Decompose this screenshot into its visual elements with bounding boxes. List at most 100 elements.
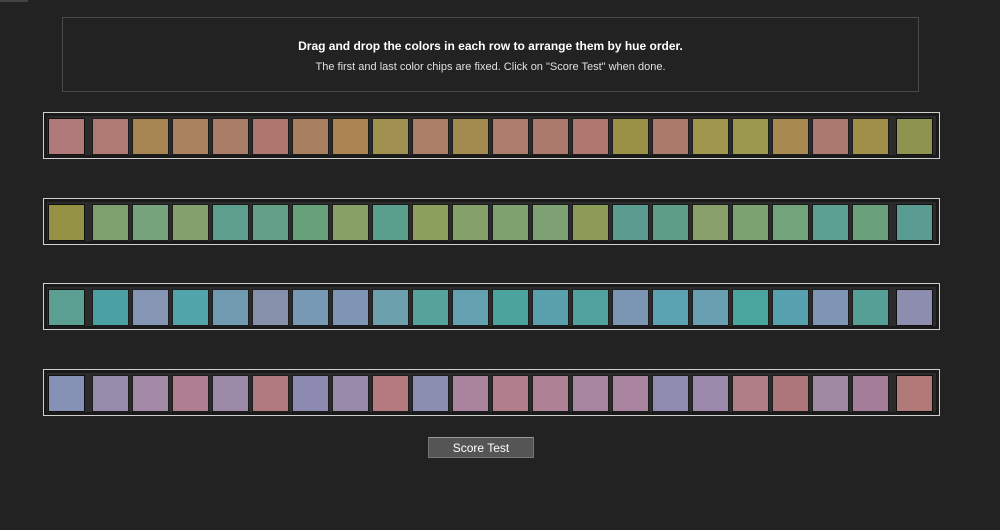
movable-color-chip[interactable]	[212, 289, 249, 326]
movable-color-chip[interactable]	[172, 289, 209, 326]
movable-color-chip[interactable]	[332, 118, 369, 155]
movable-color-chip[interactable]	[132, 118, 169, 155]
fixed-chip-last	[896, 289, 933, 326]
movable-color-chip[interactable]	[772, 118, 809, 155]
movable-color-chip[interactable]	[412, 204, 449, 241]
movable-color-chip[interactable]	[852, 118, 889, 155]
movable-color-chip[interactable]	[292, 204, 329, 241]
movable-color-chip[interactable]	[732, 289, 769, 326]
movable-color-chip[interactable]	[652, 375, 689, 412]
movable-color-chip[interactable]	[852, 204, 889, 241]
movable-color-chip[interactable]	[492, 375, 529, 412]
movable-color-chip[interactable]	[292, 289, 329, 326]
movable-color-chip[interactable]	[572, 204, 609, 241]
movable-color-chip[interactable]	[492, 204, 529, 241]
fixed-chip-first	[48, 375, 85, 412]
movable-color-chip[interactable]	[692, 289, 729, 326]
movable-color-chip[interactable]	[612, 204, 649, 241]
color-row-3	[43, 283, 940, 330]
movable-color-chip[interactable]	[652, 289, 689, 326]
row-track	[47, 116, 936, 155]
color-row-1	[43, 112, 940, 159]
movable-color-chip[interactable]	[612, 375, 649, 412]
movable-color-chip[interactable]	[212, 204, 249, 241]
color-row-2	[43, 198, 940, 245]
movable-color-chip[interactable]	[572, 118, 609, 155]
movable-color-chip[interactable]	[452, 118, 489, 155]
movable-color-chip[interactable]	[132, 204, 169, 241]
movable-color-chip[interactable]	[172, 204, 209, 241]
movable-color-chip[interactable]	[452, 375, 489, 412]
movable-color-chip[interactable]	[92, 204, 129, 241]
movable-color-chip[interactable]	[332, 204, 369, 241]
instructions-title: Drag and drop the colors in each row to …	[298, 39, 683, 53]
movable-color-chip[interactable]	[372, 118, 409, 155]
movable-color-chip[interactable]	[572, 375, 609, 412]
row-track	[47, 287, 936, 326]
movable-color-chip[interactable]	[532, 375, 569, 412]
movable-color-chip[interactable]	[492, 118, 529, 155]
movable-color-chip[interactable]	[652, 204, 689, 241]
movable-color-chip[interactable]	[132, 375, 169, 412]
movable-color-chip[interactable]	[92, 118, 129, 155]
movable-color-chip[interactable]	[532, 204, 569, 241]
movable-color-chip[interactable]	[612, 289, 649, 326]
movable-color-chip[interactable]	[412, 118, 449, 155]
movable-color-chip[interactable]	[332, 289, 369, 326]
fixed-chip-first	[48, 204, 85, 241]
movable-color-chip[interactable]	[212, 375, 249, 412]
fixed-chip-last	[896, 118, 933, 155]
movable-color-chip[interactable]	[492, 289, 529, 326]
movable-color-chip[interactable]	[812, 118, 849, 155]
movable-color-chip[interactable]	[172, 118, 209, 155]
movable-color-chip[interactable]	[412, 375, 449, 412]
instructions-panel: Drag and drop the colors in each row to …	[62, 17, 919, 92]
movable-color-chip[interactable]	[812, 375, 849, 412]
movable-color-chip[interactable]	[252, 204, 289, 241]
movable-color-chip[interactable]	[772, 289, 809, 326]
movable-color-chip[interactable]	[452, 204, 489, 241]
movable-color-chip[interactable]	[92, 375, 129, 412]
row-track	[47, 202, 936, 241]
movable-color-chip[interactable]	[852, 289, 889, 326]
movable-color-chip[interactable]	[292, 375, 329, 412]
movable-color-chip[interactable]	[692, 204, 729, 241]
movable-color-chip[interactable]	[692, 375, 729, 412]
movable-color-chip[interactable]	[212, 118, 249, 155]
movable-color-chip[interactable]	[852, 375, 889, 412]
movable-color-chip[interactable]	[372, 375, 409, 412]
movable-color-chip[interactable]	[292, 118, 329, 155]
movable-color-chip[interactable]	[532, 289, 569, 326]
movable-color-chip[interactable]	[612, 118, 649, 155]
movable-color-chip[interactable]	[452, 289, 489, 326]
movable-color-chip[interactable]	[252, 375, 289, 412]
movable-color-chip[interactable]	[772, 375, 809, 412]
fixed-chip-first	[48, 289, 85, 326]
movable-color-chip[interactable]	[372, 204, 409, 241]
fixed-chip-last	[896, 204, 933, 241]
movable-color-chip[interactable]	[532, 118, 569, 155]
movable-color-chip[interactable]	[332, 375, 369, 412]
fixed-chip-last	[896, 375, 933, 412]
color-row-4	[43, 369, 940, 416]
movable-color-chip[interactable]	[732, 375, 769, 412]
score-test-button[interactable]: Score Test	[428, 437, 534, 458]
movable-color-chip[interactable]	[732, 118, 769, 155]
movable-color-chip[interactable]	[412, 289, 449, 326]
movable-color-chip[interactable]	[372, 289, 409, 326]
fixed-chip-first	[48, 118, 85, 155]
row-track	[47, 373, 936, 412]
movable-color-chip[interactable]	[172, 375, 209, 412]
movable-color-chip[interactable]	[732, 204, 769, 241]
movable-color-chip[interactable]	[252, 289, 289, 326]
movable-color-chip[interactable]	[92, 289, 129, 326]
movable-color-chip[interactable]	[772, 204, 809, 241]
movable-color-chip[interactable]	[132, 289, 169, 326]
movable-color-chip[interactable]	[812, 289, 849, 326]
movable-color-chip[interactable]	[812, 204, 849, 241]
movable-color-chip[interactable]	[652, 118, 689, 155]
top-edge-marker	[0, 0, 28, 2]
movable-color-chip[interactable]	[572, 289, 609, 326]
movable-color-chip[interactable]	[252, 118, 289, 155]
movable-color-chip[interactable]	[692, 118, 729, 155]
